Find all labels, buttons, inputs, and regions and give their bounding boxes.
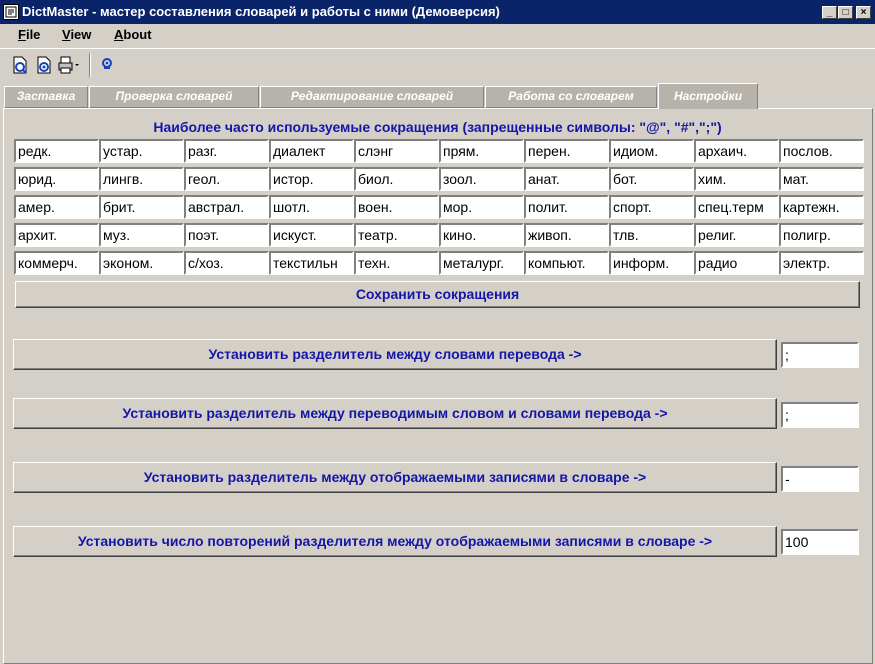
translation-separator-field[interactable]: ; — [781, 342, 859, 368]
abbreviation-cell[interactable]: коммерч. — [14, 251, 99, 275]
abbreviation-cell[interactable]: истор. — [269, 167, 354, 191]
minimize-button[interactable]: _ — [822, 6, 837, 19]
word-translation-separator-field[interactable]: ; — [781, 402, 859, 428]
abbreviation-cell[interactable]: послов. — [779, 139, 864, 163]
menu-file-label: ile — [25, 27, 41, 42]
abbreviation-cell[interactable]: устар. — [99, 139, 184, 163]
print-icon[interactable] — [57, 55, 81, 75]
set-separator-repeat-count-button[interactable]: Установить число повторений разделителя … — [13, 526, 777, 557]
abbreviation-cell[interactable]: искуст. — [269, 223, 354, 247]
record-separator-field[interactable]: - — [781, 466, 859, 492]
abbreviation-cell[interactable]: брит. — [99, 195, 184, 219]
abbreviation-cell[interactable]: металург. — [439, 251, 524, 275]
abbreviation-cell[interactable]: картежн. — [779, 195, 864, 219]
abbreviation-cell[interactable]: идиом. — [609, 139, 694, 163]
help-icon[interactable] — [99, 55, 115, 75]
menu-view-label: iew — [70, 27, 92, 42]
abbreviation-cell[interactable]: электр. — [779, 251, 864, 275]
abbreviation-cell[interactable]: компьют. — [524, 251, 609, 275]
abbreviation-cell[interactable]: разг. — [184, 139, 269, 163]
tab-work-with-dictionary[interactable]: Работа со словарем — [485, 86, 657, 108]
menu-about[interactable]: About — [114, 27, 152, 42]
set-translation-separator-button[interactable]: Установить разделитель между словами пер… — [13, 339, 777, 370]
app-icon[interactable] — [3, 4, 19, 20]
abbreviation-cell[interactable]: радио — [694, 251, 779, 275]
abbreviation-cell[interactable]: информ. — [609, 251, 694, 275]
menu-file-mnemonic: F — [18, 27, 26, 42]
abbreviation-cell[interactable]: геол. — [184, 167, 269, 191]
abbreviation-cell[interactable]: полигр. — [779, 223, 864, 247]
abbreviation-cell[interactable]: спец.терм — [694, 195, 779, 219]
window-title: DictMaster - мастер составления словарей… — [22, 4, 500, 19]
tab-strip: Заставка Проверка словарей Редактировани… — [0, 82, 875, 109]
abbreviation-cell[interactable]: редк. — [14, 139, 99, 163]
new-document-icon[interactable] — [10, 55, 30, 75]
abbreviation-cell[interactable]: австрал. — [184, 195, 269, 219]
set-record-separator-button[interactable]: Установить разделитель между отображаемы… — [13, 462, 777, 493]
abbreviation-cell[interactable]: спорт. — [609, 195, 694, 219]
abbreviation-cell[interactable]: биол. — [354, 167, 439, 191]
menu-about-mnemonic: A — [114, 27, 124, 42]
abbreviation-cell[interactable]: мор. — [439, 195, 524, 219]
abbreviations-heading: Наиболее часто используемые сокращения (… — [153, 119, 722, 135]
abbreviation-cell[interactable]: слэнг — [354, 139, 439, 163]
abbreviation-cell[interactable]: эконом. — [99, 251, 184, 275]
abbreviation-cell[interactable]: муз. — [99, 223, 184, 247]
tab-settings[interactable]: Настройки — [658, 83, 758, 109]
abbreviation-cell[interactable]: архит. — [14, 223, 99, 247]
abbreviation-cell[interactable]: с/хоз. — [184, 251, 269, 275]
abbreviation-cell[interactable]: лингв. — [99, 167, 184, 191]
abbreviation-cell[interactable]: живоп. — [524, 223, 609, 247]
abbreviation-cell[interactable]: религ. — [694, 223, 779, 247]
abbreviation-cell[interactable]: архаич. — [694, 139, 779, 163]
separator-repeat-count-field[interactable]: 100 — [781, 529, 859, 555]
tab-check-dictionaries[interactable]: Проверка словарей — [89, 86, 259, 108]
abbreviation-cell[interactable]: техн. — [354, 251, 439, 275]
set-word-translation-separator-button[interactable]: Установить разделитель между переводимым… — [13, 398, 777, 429]
open-document-icon[interactable] — [34, 55, 54, 75]
menu-view[interactable]: View — [62, 27, 91, 42]
abbreviation-cell[interactable]: юрид. — [14, 167, 99, 191]
menu-bar: File View About — [0, 24, 875, 46]
abbreviation-cell[interactable]: бот. — [609, 167, 694, 191]
tab-splash[interactable]: Заставка — [4, 86, 88, 108]
abbreviation-cell[interactable]: амер. — [14, 195, 99, 219]
abbreviation-cell[interactable]: мат. — [779, 167, 864, 191]
abbreviation-cell[interactable]: прям. — [439, 139, 524, 163]
abbreviation-cell[interactable]: перен. — [524, 139, 609, 163]
abbreviation-cell[interactable]: хим. — [694, 167, 779, 191]
abbreviation-cell[interactable]: кино. — [439, 223, 524, 247]
maximize-button[interactable]: □ — [838, 6, 853, 19]
abbreviation-cell[interactable]: тлв. — [609, 223, 694, 247]
toolbar — [0, 48, 875, 80]
abbreviation-cell[interactable]: диалект — [269, 139, 354, 163]
tab-edit-dictionaries[interactable]: Редактирование словарей — [260, 86, 484, 108]
abbreviation-cell[interactable]: полит. — [524, 195, 609, 219]
abbreviation-cell[interactable]: текстильн — [269, 251, 354, 275]
menu-file[interactable]: File — [18, 27, 40, 42]
abbreviation-cell[interactable]: зоол. — [439, 167, 524, 191]
toolbar-separator — [89, 53, 91, 77]
abbreviation-cell[interactable]: шотл. — [269, 195, 354, 219]
close-button[interactable]: × — [856, 6, 871, 19]
abbreviation-cell[interactable]: поэт. — [184, 223, 269, 247]
abbreviation-cell[interactable]: воен. — [354, 195, 439, 219]
settings-panel — [3, 108, 873, 664]
abbreviation-cell[interactable]: театр. — [354, 223, 439, 247]
abbreviation-cell[interactable]: анат. — [524, 167, 609, 191]
menu-about-label: bout — [123, 27, 152, 42]
title-bar: DictMaster - мастер составления словарей… — [0, 0, 875, 24]
save-abbreviations-button[interactable]: Сохранить сокращения — [15, 281, 860, 308]
